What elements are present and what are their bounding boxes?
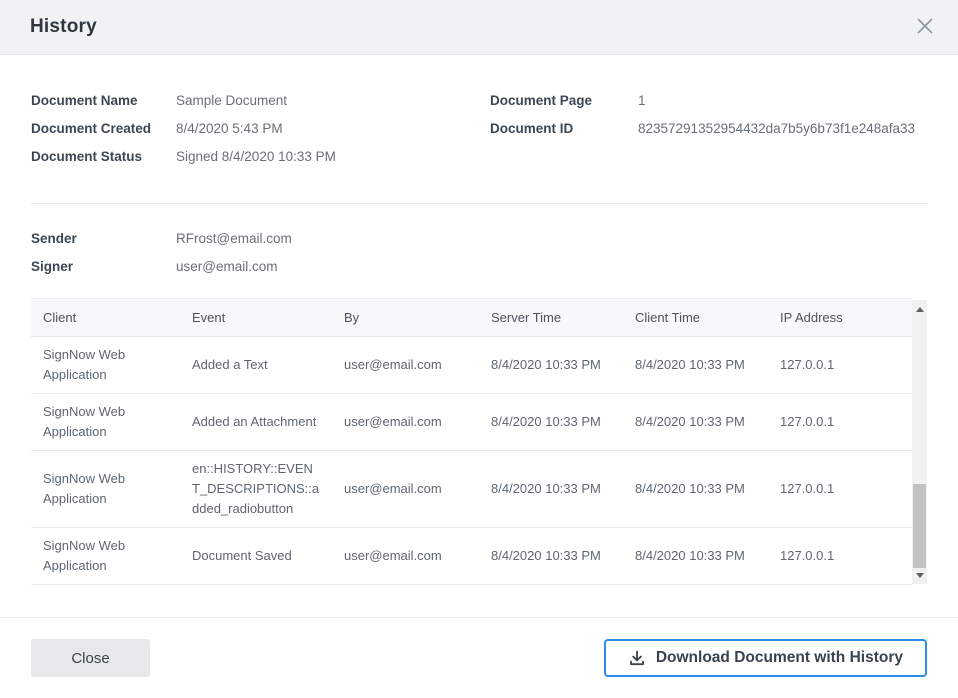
history-table-container: Client Event By Server Time Client Time … bbox=[31, 298, 927, 585]
cell-event: Document Saved bbox=[180, 528, 332, 585]
cell-client-time: 8/4/2020 10:33 PM bbox=[623, 337, 768, 394]
scrollbar-thumb[interactable] bbox=[913, 484, 926, 568]
close-icon bbox=[914, 15, 936, 40]
cell-by: user@email.com bbox=[332, 451, 479, 528]
signer-row: Signer user@email.com bbox=[31, 259, 927, 274]
history-table: Client Event By Server Time Client Time … bbox=[31, 298, 912, 585]
scroll-down-button[interactable] bbox=[912, 569, 927, 581]
cell-client: SignNow Web Application bbox=[31, 337, 180, 394]
scroll-up-button[interactable] bbox=[912, 303, 927, 315]
sender-label: Sender bbox=[31, 231, 176, 246]
close-button[interactable] bbox=[910, 12, 940, 42]
page-title: History bbox=[30, 16, 97, 38]
cell-by: user@email.com bbox=[332, 394, 479, 451]
cell-ip-address: 127.0.0.1 bbox=[768, 394, 912, 451]
cell-server-time: 8/4/2020 10:33 PM bbox=[479, 451, 623, 528]
document-status-value: Signed 8/4/2020 10:33 PM bbox=[176, 149, 336, 164]
table-row: SignNow Web Application Added a Text use… bbox=[31, 337, 912, 394]
document-info-section: Document Name Sample Document Document C… bbox=[31, 93, 927, 177]
document-status-label: Document Status bbox=[31, 149, 176, 164]
scroll-up-icon bbox=[916, 307, 924, 312]
sender-row: Sender RFrost@email.com bbox=[31, 231, 927, 246]
signer-value: user@email.com bbox=[176, 259, 277, 274]
document-name-label: Document Name bbox=[31, 93, 176, 108]
table-scrollbar[interactable] bbox=[912, 300, 927, 584]
table-row: SignNow Web Application en::HISTORY::EVE… bbox=[31, 451, 912, 528]
cell-by: user@email.com bbox=[332, 528, 479, 585]
column-header-by: By bbox=[332, 299, 479, 337]
cell-event: Added an Attachment bbox=[180, 394, 332, 451]
sender-value: RFrost@email.com bbox=[176, 231, 292, 246]
close-modal-button[interactable]: Close bbox=[31, 639, 150, 677]
column-header-server-time: Server Time bbox=[479, 299, 623, 337]
cell-client: SignNow Web Application bbox=[31, 528, 180, 585]
table-header-row: Client Event By Server Time Client Time … bbox=[31, 299, 912, 337]
document-info-right: Document Page 1 Document ID 823572913529… bbox=[479, 93, 927, 177]
table-row: SignNow Web Application Document Saved u… bbox=[31, 528, 912, 585]
column-header-event: Event bbox=[180, 299, 332, 337]
document-created-value: 8/4/2020 5:43 PM bbox=[176, 121, 283, 136]
cell-server-time: 8/4/2020 10:33 PM bbox=[479, 528, 623, 585]
cell-event: en::HISTORY::EVENT_DESCRIPTIONS::added_r… bbox=[180, 451, 332, 528]
cell-client-time: 8/4/2020 10:33 PM bbox=[623, 451, 768, 528]
modal-header: History bbox=[0, 0, 958, 55]
modal-body: Document Name Sample Document Document C… bbox=[0, 55, 958, 585]
modal-footer: Close Download Document with History bbox=[0, 617, 958, 698]
document-created-row: Document Created 8/4/2020 5:43 PM bbox=[31, 121, 479, 136]
download-icon bbox=[628, 649, 646, 667]
cell-event: Added a Text bbox=[180, 337, 332, 394]
section-divider bbox=[31, 203, 927, 204]
document-page-row: Document Page 1 bbox=[490, 93, 927, 108]
document-name-row: Document Name Sample Document bbox=[31, 93, 479, 108]
document-status-row: Document Status Signed 8/4/2020 10:33 PM bbox=[31, 149, 479, 164]
cell-client: SignNow Web Application bbox=[31, 451, 180, 528]
scroll-down-icon bbox=[916, 573, 924, 578]
cell-client-time: 8/4/2020 10:33 PM bbox=[623, 394, 768, 451]
cell-ip-address: 127.0.0.1 bbox=[768, 528, 912, 585]
document-created-label: Document Created bbox=[31, 121, 176, 136]
history-modal: History Document Name Sample Document Do… bbox=[0, 0, 958, 684]
column-header-client: Client bbox=[31, 299, 180, 337]
document-page-label: Document Page bbox=[490, 93, 638, 108]
document-name-value: Sample Document bbox=[176, 93, 287, 108]
cell-by: user@email.com bbox=[332, 337, 479, 394]
cell-client-time: 8/4/2020 10:33 PM bbox=[623, 528, 768, 585]
table-row: SignNow Web Application Added an Attachm… bbox=[31, 394, 912, 451]
cell-ip-address: 127.0.0.1 bbox=[768, 451, 912, 528]
document-id-row: Document ID 82357291352954432da7b5y6b73f… bbox=[490, 121, 927, 136]
parties-section: Sender RFrost@email.com Signer user@emai… bbox=[31, 231, 927, 274]
cell-server-time: 8/4/2020 10:33 PM bbox=[479, 394, 623, 451]
column-header-ip-address: IP Address bbox=[768, 299, 912, 337]
download-button-label: Download Document with History bbox=[656, 649, 903, 667]
document-id-value: 82357291352954432da7b5y6b73f1e248afa33 bbox=[638, 121, 915, 136]
cell-ip-address: 127.0.0.1 bbox=[768, 337, 912, 394]
document-info-left: Document Name Sample Document Document C… bbox=[31, 93, 479, 177]
document-id-label: Document ID bbox=[490, 121, 638, 136]
cell-client: SignNow Web Application bbox=[31, 394, 180, 451]
signer-label: Signer bbox=[31, 259, 176, 274]
download-document-button[interactable]: Download Document with History bbox=[604, 639, 927, 677]
column-header-client-time: Client Time bbox=[623, 299, 768, 337]
document-page-value: 1 bbox=[638, 93, 646, 108]
cell-server-time: 8/4/2020 10:33 PM bbox=[479, 337, 623, 394]
